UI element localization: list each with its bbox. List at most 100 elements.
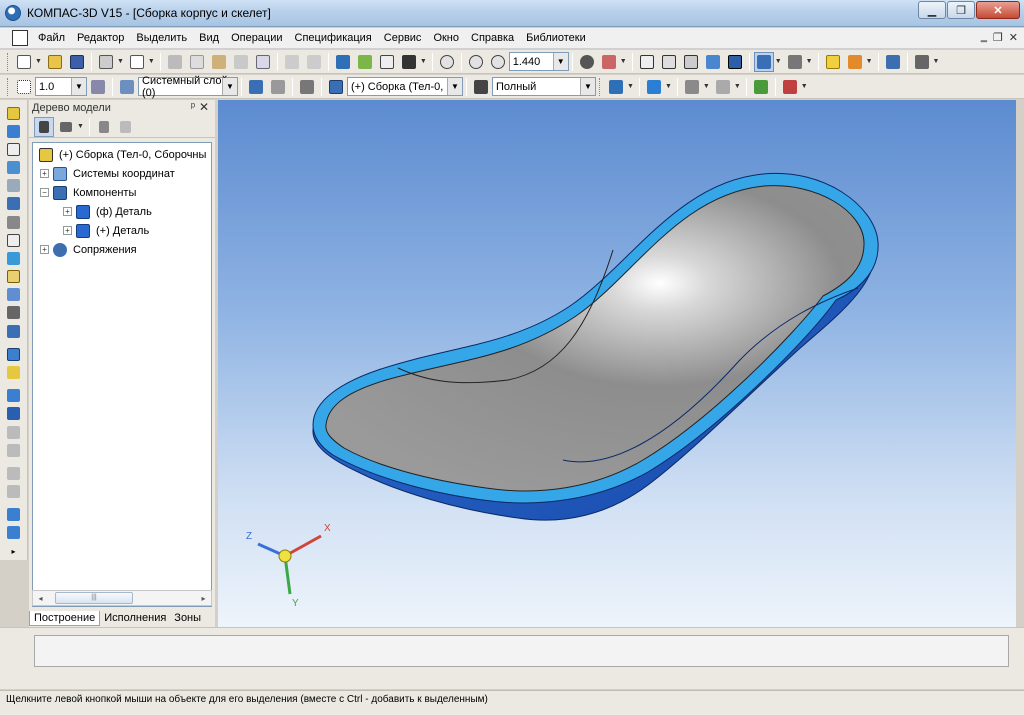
section-icon[interactable]: [713, 77, 733, 97]
more-arrow-icon[interactable]: ▸: [4, 543, 24, 559]
library-icon[interactable]: [845, 52, 865, 72]
manager-icon[interactable]: [333, 52, 353, 72]
doc-restore-button[interactable]: ❐: [993, 31, 1003, 44]
surface-icon[interactable]: [4, 160, 24, 176]
menu-edit[interactable]: Редактор: [71, 29, 130, 48]
undo-icon[interactable]: [282, 52, 302, 72]
export-icon[interactable]: [751, 77, 771, 97]
expand-icon[interactable]: +: [63, 226, 72, 235]
rotate-icon[interactable]: [577, 52, 597, 72]
display-mode-field[interactable]: Полный ▼: [492, 77, 596, 96]
menu-specification[interactable]: Спецификация: [289, 29, 378, 48]
kompas-app-icon[interactable]: [5, 5, 21, 21]
filter-select-icon[interactable]: [753, 51, 774, 72]
chevron-down-icon[interactable]: ▼: [447, 78, 462, 95]
solid-icon[interactable]: [4, 388, 24, 404]
expand-icon[interactable]: +: [63, 207, 72, 216]
color-icon[interactable]: [644, 77, 664, 97]
measure-tool-icon[interactable]: [4, 323, 24, 339]
orient-axes-icon[interactable]: [599, 52, 619, 72]
zoom-window-icon[interactable]: [437, 52, 457, 72]
chevron-down-icon[interactable]: ▼: [552, 53, 568, 70]
scroll-left-icon[interactable]: ◂: [33, 591, 48, 605]
scroll-right-icon[interactable]: ▸: [196, 591, 211, 605]
curve-icon[interactable]: [4, 141, 24, 157]
dimension-icon[interactable]: [4, 305, 24, 321]
close-button[interactable]: ✕: [976, 1, 1020, 19]
chevron-down-icon[interactable]: ▼: [71, 78, 86, 95]
edit-part-icon[interactable]: [4, 105, 24, 121]
tree-filter-icon[interactable]: [94, 117, 114, 137]
tree-node-assembly[interactable]: (+) Сборка (Тел-0, Сборочны: [33, 145, 211, 164]
save-icon[interactable]: [67, 52, 87, 72]
inactive-tool-icon[interactable]: [4, 483, 24, 499]
minimize-button[interactable]: ▁: [918, 1, 946, 19]
print-icon[interactable]: [96, 52, 116, 72]
material-icon[interactable]: [606, 77, 626, 97]
component-icon[interactable]: [4, 123, 24, 139]
assembly-icon[interactable]: [326, 77, 346, 97]
model-canvas[interactable]: [218, 100, 1016, 627]
tree-node-coordinate-systems[interactable]: + Системы координат: [33, 164, 211, 183]
grid-snap-icon[interactable]: [14, 77, 34, 97]
edit-component-icon[interactable]: [297, 77, 317, 97]
tree-view-mode-icon[interactable]: [56, 117, 76, 137]
calculator-icon[interactable]: [912, 52, 932, 72]
tree-node-mates[interactable]: + Сопряжения: [33, 240, 211, 259]
menu-file[interactable]: Файл: [32, 29, 71, 48]
filter-icon[interactable]: [4, 250, 24, 266]
context-field[interactable]: (+) Сборка (Тел-0, С ▼: [347, 77, 463, 96]
model-viewport[interactable]: X Z Y: [218, 100, 1016, 627]
new-file-icon[interactable]: [14, 52, 34, 72]
pin-icon[interactable]: ᵖ: [191, 101, 195, 113]
snap-icon[interactable]: [823, 52, 843, 72]
hidden-lines-icon[interactable]: [659, 52, 679, 72]
tools-icon[interactable]: [883, 52, 903, 72]
variables-icon[interactable]: [355, 52, 375, 72]
model-tree[interactable]: (+) Сборка (Тел-0, Сборочны + Системы ко…: [32, 142, 212, 607]
properties-panel[interactable]: [34, 635, 1009, 667]
menu-window[interactable]: Окно: [427, 29, 465, 48]
redo-icon[interactable]: [304, 52, 324, 72]
toolbar-grip[interactable]: [7, 77, 10, 96]
menu-select[interactable]: Выделить: [130, 29, 193, 48]
toolbar-grip[interactable]: [7, 52, 10, 71]
close-panel-icon[interactable]: ✕: [199, 100, 209, 114]
zoom-all-icon[interactable]: [466, 52, 486, 72]
expand-icon[interactable]: +: [40, 245, 49, 254]
tree-horizontal-scrollbar[interactable]: ◂ ||| ▸: [32, 590, 212, 606]
help-pointer-icon[interactable]: [399, 52, 419, 72]
menu-help[interactable]: Справка: [465, 29, 520, 48]
step-field[interactable]: 1.0 ▼: [35, 77, 87, 96]
function-fx-icon[interactable]: [377, 52, 397, 72]
sketch-icon[interactable]: [4, 232, 24, 248]
collapse-icon[interactable]: −: [40, 188, 49, 197]
measure-icon[interactable]: [682, 77, 702, 97]
zoom-scale-icon[interactable]: [488, 52, 508, 72]
preview-icon[interactable]: [127, 52, 147, 72]
format-painter-icon[interactable]: [231, 52, 251, 72]
copy-icon[interactable]: [187, 52, 207, 72]
pin-icon[interactable]: [4, 214, 24, 230]
doc-close-button[interactable]: ✕: [1009, 31, 1018, 44]
views-icon[interactable]: [4, 287, 24, 303]
model-inner-cavity[interactable]: [325, 185, 865, 492]
cube-icon[interactable]: [4, 406, 24, 422]
scroll-thumb[interactable]: |||: [55, 592, 133, 604]
text-style-icon[interactable]: [780, 77, 800, 97]
tree-node-part-1[interactable]: + (ф) Деталь: [33, 202, 211, 221]
wireframe-icon[interactable]: [637, 52, 657, 72]
spec-icon[interactable]: [4, 269, 24, 285]
chevron-down-icon[interactable]: ▼: [580, 78, 595, 95]
inactive-tool-icon[interactable]: [4, 424, 24, 440]
shaded-icon[interactable]: [703, 52, 723, 72]
menu-view[interactable]: Вид: [193, 29, 225, 48]
tab-variants[interactable]: Исполнения: [100, 611, 170, 626]
zoom-level-field[interactable]: 1.440 ▼: [508, 52, 569, 71]
tree-structure-icon[interactable]: [34, 116, 54, 137]
cut-icon[interactable]: [165, 52, 185, 72]
array-icon[interactable]: [4, 178, 24, 194]
tab-zones[interactable]: Зоны: [170, 611, 205, 626]
document-icon[interactable]: [12, 30, 28, 46]
tree-copy-icon[interactable]: [116, 117, 136, 137]
